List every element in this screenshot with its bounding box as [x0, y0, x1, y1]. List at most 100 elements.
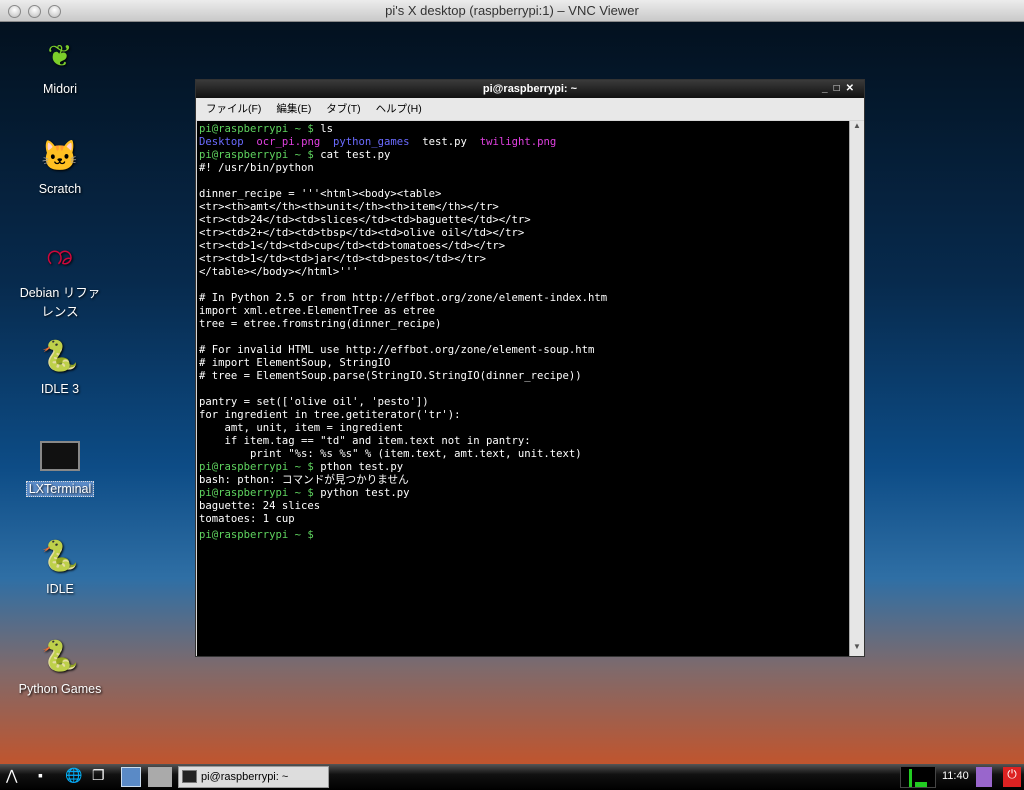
- cursor: [320, 526, 328, 538]
- scroll-down-icon[interactable]: ▼: [850, 642, 864, 656]
- desktop-2-icon[interactable]: [148, 767, 172, 787]
- terminal-text: cat test.py: [320, 149, 391, 161]
- terminal-text: <tr><th>amt</th><th>unit</th><th>item</t…: [199, 201, 499, 213]
- browser-icon[interactable]: 🌐: [65, 767, 82, 787]
- terminal-line: tree = etree.fromstring(dinner_recipe): [199, 318, 847, 331]
- zoom-button[interactable]: [48, 5, 61, 18]
- terminal-text: twilight.png: [479, 136, 557, 148]
- terminal-text: <tr><td>24</td><td>slices</td><td>baguet…: [199, 214, 531, 226]
- desktop-icon-idle3[interactable]: 🐍 IDLE 3: [5, 334, 115, 397]
- power-icon[interactable]: ⏻: [1003, 767, 1021, 787]
- terminal-line: <tr><td>1</td><td>jar</td><td>pesto</td>…: [199, 253, 847, 266]
- menu-edit[interactable]: 編集(E): [276, 103, 311, 115]
- terminal-line: import xml.etree.ElementTree as etree: [199, 305, 847, 318]
- maximize-icon[interactable]: □: [834, 83, 846, 94]
- terminal-text: pi@raspberrypi ~ $: [199, 149, 321, 161]
- terminal-text: #! /usr/bin/python: [199, 162, 314, 174]
- window-title: pi's X desktop (raspberrypi:1) – VNC Vie…: [385, 3, 639, 18]
- desktop-icon-idle[interactable]: 🐍 IDLE: [5, 534, 115, 597]
- debian-icon: ꩠ: [46, 237, 74, 271]
- terminal-text: if item.tag == "td" and item.text not in…: [199, 435, 531, 447]
- terminal-text: for ingredient in tree.getiterator('tr')…: [199, 409, 461, 421]
- menu-tabs[interactable]: タブ(T): [326, 103, 360, 115]
- terminal-text: pi@raspberrypi ~ $: [199, 529, 321, 541]
- icon-label: IDLE 3: [40, 382, 80, 396]
- terminal-line: pi@raspberrypi ~ $ python test.py: [199, 487, 847, 500]
- menu-icon[interactable]: ⋀: [6, 767, 17, 787]
- desktop-icon-lxterminal[interactable]: LXTerminal: [5, 434, 115, 497]
- terminal-line: pi@raspberrypi ~ $: [199, 526, 847, 541]
- terminal-text: tomatoes: 1 cup: [199, 513, 295, 525]
- terminal-text: pi@raspberrypi ~ $: [199, 123, 321, 135]
- terminal-icon: [38, 434, 82, 478]
- lock-icon[interactable]: [976, 767, 992, 787]
- desktop-icon-scratch[interactable]: 🐱 Scratch: [5, 134, 115, 197]
- terminal-line: tomatoes: 1 cup: [199, 513, 847, 526]
- desktop-icon-midori[interactable]: ❦ Midori: [5, 34, 115, 97]
- file-manager-icon[interactable]: ▪: [38, 767, 43, 787]
- terminal-text: python test.py: [320, 487, 410, 499]
- terminal-line: amt, unit, item = ingredient: [199, 422, 847, 435]
- minimize-icon[interactable]: _: [822, 83, 834, 94]
- terminal-line: <tr><td>24</td><td>slices</td><td>baguet…: [199, 214, 847, 227]
- terminal-output[interactable]: pi@raspberrypi ~ $ ls Desktop ocr_pi.png …: [197, 121, 849, 656]
- terminal-line: pi@raspberrypi ~ $ cat test.py: [199, 149, 847, 162]
- terminal-text: amt, unit, item = ingredient: [199, 422, 404, 434]
- terminal-text: <tr><td>1</td><td>cup</td><td>tomatoes</…: [199, 240, 506, 252]
- terminal-line: Desktop ocr_pi.png python_games test.py …: [199, 136, 847, 149]
- menu-file[interactable]: ファイル(F): [206, 103, 261, 115]
- terminal-line: for ingredient in tree.getiterator('tr')…: [199, 409, 847, 422]
- terminal-line: # In Python 2.5 or from http://effbot.or…: [199, 292, 847, 305]
- icon-label: IDLE: [46, 582, 74, 596]
- desktop-icon-debian[interactable]: ꩠ Debian リファレンス: [5, 234, 115, 320]
- terminal-line: pantry = set(['olive oil', 'pesto']): [199, 396, 847, 409]
- terminal-line: print "%s: %s %s" % (item.text, amt.text…: [199, 448, 847, 461]
- terminal-line: <tr><td>2+</td><td>tbsp</td><td>olive oi…: [199, 227, 847, 240]
- terminal-text: # For invalid HTML use http://effbot.org…: [199, 344, 595, 356]
- close-icon[interactable]: ✕: [846, 83, 860, 94]
- windows-icon[interactable]: ❐: [92, 767, 105, 787]
- minimize-button[interactable]: [28, 5, 41, 18]
- scroll-up-icon[interactable]: ▲: [850, 121, 864, 135]
- desktop-1-icon[interactable]: [121, 767, 141, 787]
- terminal-window: pi@raspberrypi: ~ _□✕ ファイル(F) 編集(E) タブ(T…: [195, 79, 865, 657]
- taskbar-terminal-button[interactable]: pi@raspberrypi: ~: [178, 766, 329, 788]
- terminal-scrollbar[interactable]: ▲ ▼: [849, 121, 864, 656]
- icon-label: Scratch: [38, 182, 82, 196]
- task-label: pi@raspberrypi: ~: [201, 771, 289, 783]
- close-button[interactable]: [8, 5, 21, 18]
- terminal-text: import xml.etree.ElementTree as etree: [199, 305, 435, 317]
- icon-label: Python Games: [18, 682, 102, 696]
- terminal-title-bar[interactable]: pi@raspberrypi: ~ _□✕: [196, 80, 864, 98]
- terminal-text: # import ElementSoup, StringIO: [199, 357, 391, 369]
- terminal-text: ocr_pi.png: [256, 136, 321, 148]
- terminal-line: # tree = ElementSoup.parse(StringIO.Stri…: [199, 370, 847, 383]
- terminal-line: # For invalid HTML use http://effbot.org…: [199, 344, 847, 357]
- terminal-menubar: ファイル(F) 編集(E) タブ(T) ヘルプ(H): [196, 98, 864, 120]
- terminal-line: dinner_recipe = '''<html><body><table>: [199, 188, 847, 201]
- terminal-line: if item.tag == "td" and item.text not in…: [199, 435, 847, 448]
- terminal-line: bash: pthon: コマンドが見つかりません: [199, 474, 847, 487]
- terminal-line: #! /usr/bin/python: [199, 162, 847, 175]
- terminal-text: Desktop: [199, 136, 244, 148]
- taskbar: ⋀ ▪ 🌐 ❐ pi@raspberrypi: ~ 11:40 ⏻: [0, 764, 1024, 790]
- terminal-text: # tree = ElementSoup.parse(StringIO.Stri…: [199, 370, 582, 382]
- terminal-text: pi@raspberrypi ~ $: [199, 461, 321, 473]
- terminal-line: pi@raspberrypi ~ $ pthon test.py: [199, 461, 847, 474]
- terminal-text: test.py: [409, 136, 480, 148]
- clock[interactable]: 11:40: [942, 770, 969, 782]
- desktop-icon-python-games[interactable]: 🐍 Python Games: [5, 634, 115, 697]
- python-icon: 🐍: [41, 639, 79, 673]
- terminal-line: baguette: 24 slices: [199, 500, 847, 513]
- terminal-title: pi@raspberrypi: ~: [482, 83, 578, 95]
- terminal-text: print "%s: %s %s" % (item.text, amt.text…: [199, 448, 582, 460]
- vnc-title-bar: pi's X desktop (raspberrypi:1) – VNC Vie…: [0, 0, 1024, 22]
- menu-help[interactable]: ヘルプ(H): [376, 103, 422, 115]
- terminal-line: </table></body></html>''': [199, 266, 847, 279]
- terminal-text: <tr><td>2+</td><td>tbsp</td><td>olive oi…: [199, 227, 525, 239]
